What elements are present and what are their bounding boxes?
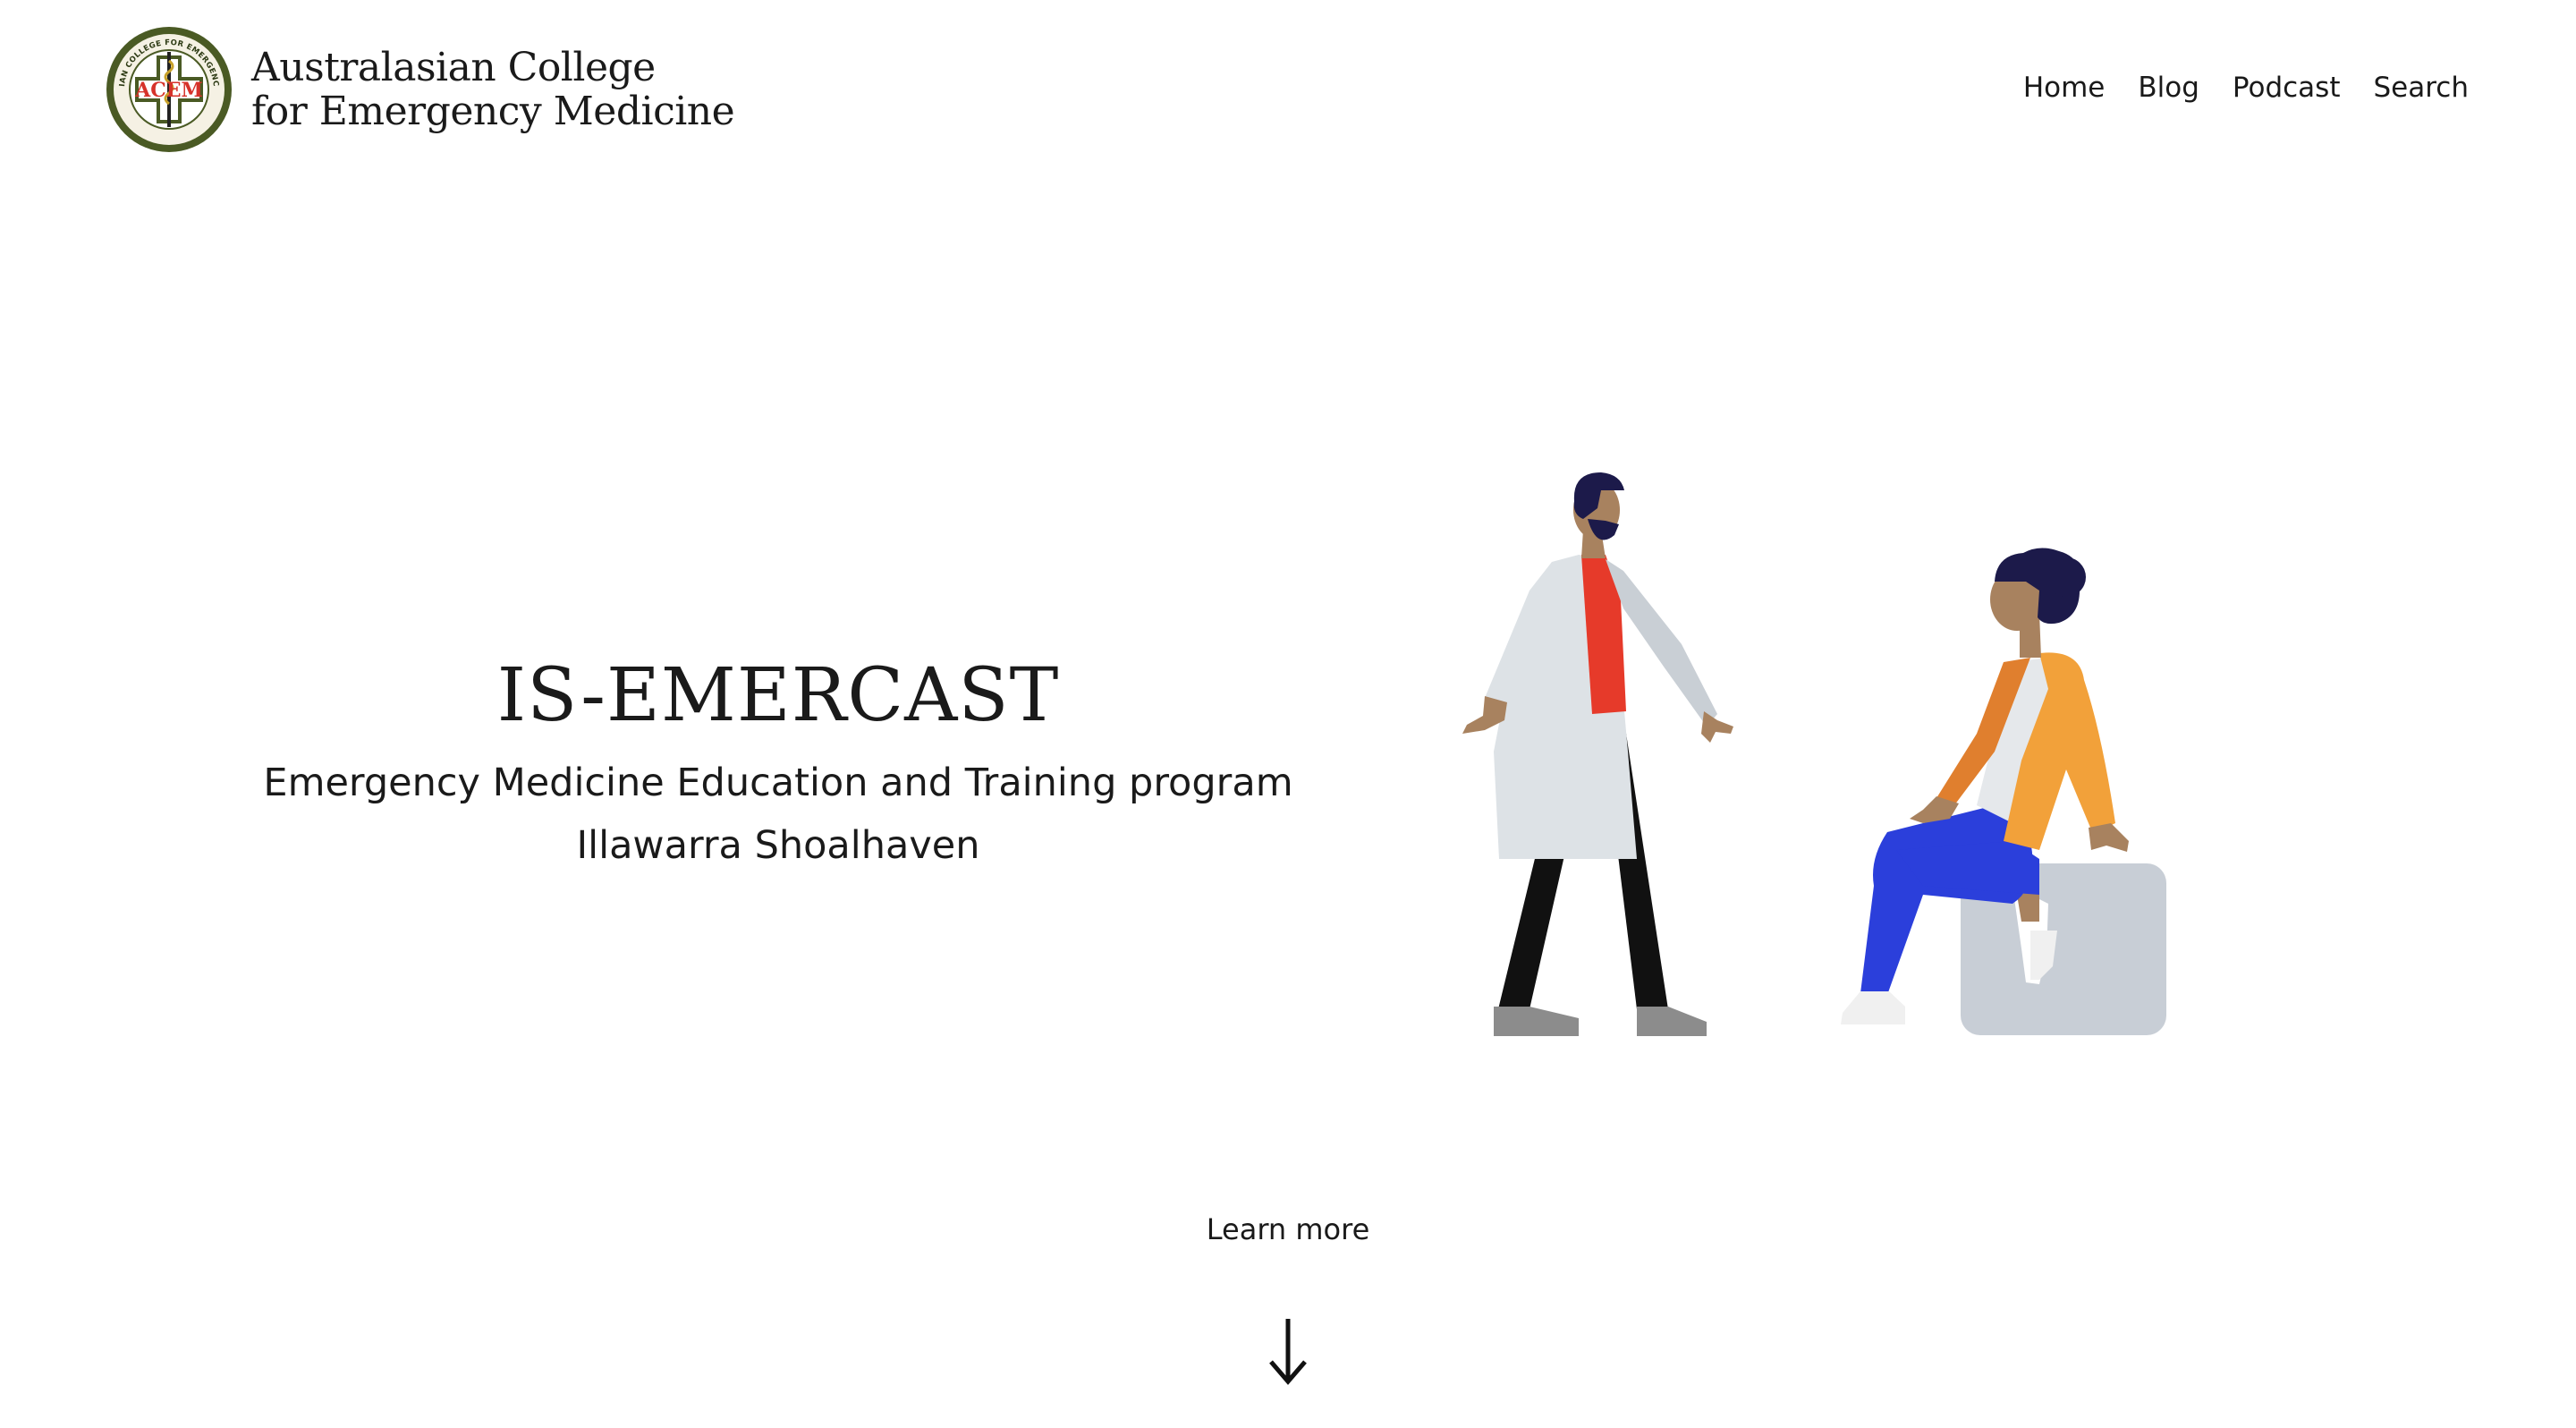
site-logo-link[interactable]: AUSTRALASIAN COLLEGE FOR EMERGENCY MEDIC…: [105, 25, 735, 154]
nav-podcast[interactable]: Podcast: [2233, 72, 2341, 104]
doctor-and-patient-illustration: [1462, 472, 2166, 1036]
site-title-line2: for Emergency Medicine: [251, 89, 735, 134]
hero-subtitle-line2: Illawarra Shoalhaven: [576, 823, 980, 868]
site-title-line1: Australasian College: [251, 45, 656, 90]
arrow-down-icon[interactable]: [1264, 1315, 1312, 1387]
acem-seal-icon: AUSTRALASIAN COLLEGE FOR EMERGENCY MEDIC…: [105, 25, 232, 152]
site-title[interactable]: Australasian College for Emergency Medic…: [251, 45, 735, 134]
nav-home[interactable]: Home: [2023, 72, 2106, 104]
learn-more-link[interactable]: Learn more: [0, 1212, 2576, 1246]
nav-blog[interactable]: Blog: [2138, 72, 2199, 104]
doctor-figure: [1462, 472, 1733, 1036]
hero-title: IS-EMERCAST: [496, 653, 1060, 738]
main-nav: Home Blog Podcast Search: [2023, 72, 2469, 104]
hero-subtitle-line1: Emergency Medicine Education and Trainin…: [263, 761, 1293, 805]
page: AUSTRALASIAN COLLEGE FOR EMERGENCY MEDIC…: [0, 0, 2576, 1428]
hero-subtitle: Emergency Medicine Education and Trainin…: [197, 752, 1360, 877]
hero-text: IS-EMERCAST Emergency Medicine Education…: [197, 649, 1360, 877]
nav-search[interactable]: Search: [2373, 72, 2469, 104]
logo-acronym: ACEM: [134, 79, 203, 102]
